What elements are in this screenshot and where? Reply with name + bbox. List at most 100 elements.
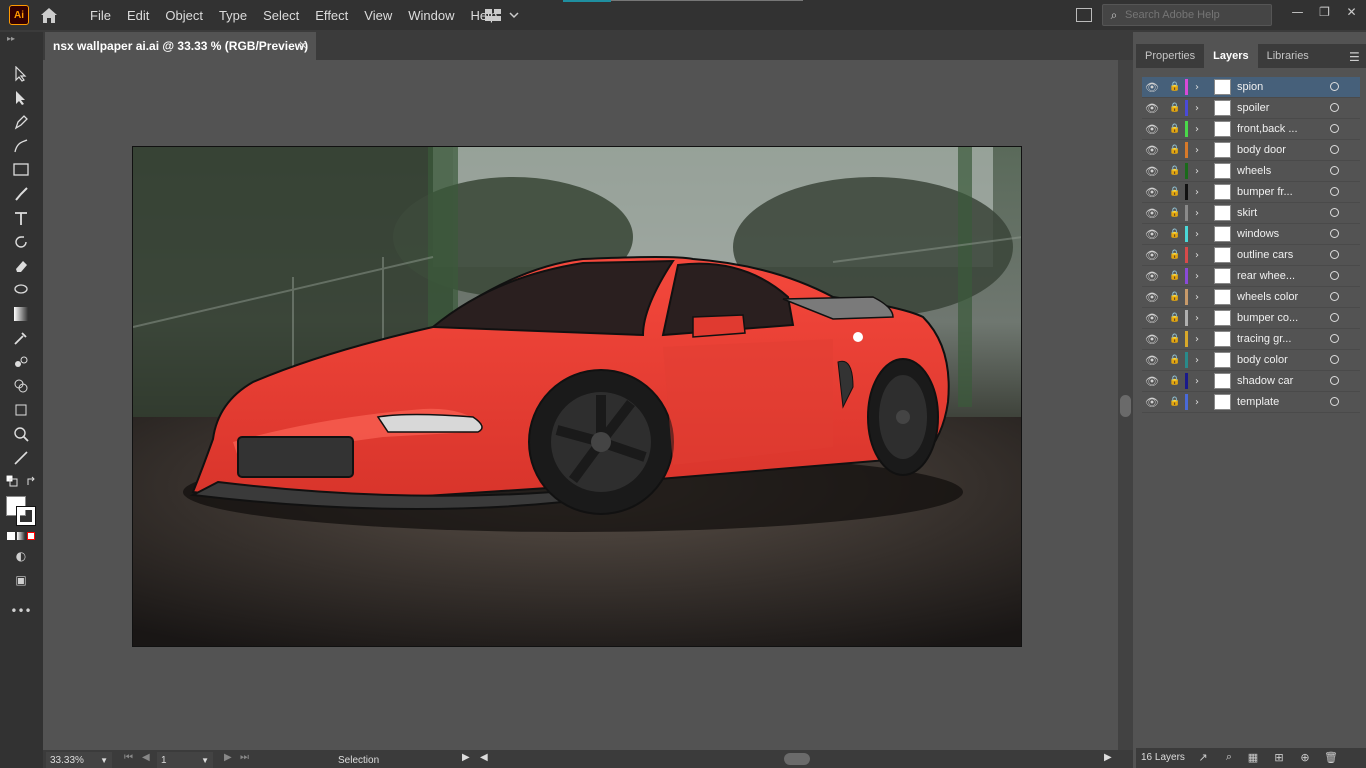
pen-tool-icon[interactable] [10, 112, 32, 132]
close-button[interactable]: ✕ [1338, 0, 1365, 24]
visibility-eye-icon[interactable]: 👁 [1145, 249, 1159, 262]
next-artboard-icon[interactable]: ▶ [224, 752, 232, 763]
visibility-eye-icon[interactable]: 👁 [1145, 312, 1159, 325]
artboard[interactable] [132, 146, 1022, 647]
layer-target-icon[interactable] [1330, 229, 1339, 238]
layer-row[interactable]: 👁 🔒 › shadow car [1142, 371, 1360, 392]
document-tab[interactable]: nsx wallpaper ai.ai @ 33.33 % (RGB/Previ… [45, 32, 316, 60]
home-icon[interactable] [39, 6, 59, 24]
visibility-eye-icon[interactable]: 👁 [1145, 270, 1159, 283]
minimize-button[interactable]: — [1284, 0, 1311, 24]
rotate-tool-icon[interactable] [10, 232, 32, 252]
layer-row[interactable]: 👁 🔒 › template [1142, 392, 1360, 413]
create-sublayer-icon[interactable]: ⊞ [1272, 750, 1286, 764]
blend-tool-icon[interactable] [10, 352, 32, 372]
gradient-tool-icon[interactable] [10, 304, 32, 324]
layer-target-icon[interactable] [1330, 271, 1339, 280]
layer-target-icon[interactable] [1330, 124, 1339, 133]
rectangle-tool-icon[interactable] [10, 160, 32, 180]
none-mode-icon[interactable] [27, 532, 35, 540]
scroll-left-icon[interactable]: ◀ [480, 752, 488, 763]
zoom-dropdown-icon[interactable]: ▼ [100, 756, 108, 765]
lock-icon[interactable]: 🔒 [1169, 229, 1180, 239]
vertical-scroll-thumb[interactable] [1120, 395, 1131, 417]
layer-target-icon[interactable] [1330, 250, 1339, 259]
expand-chevron-icon[interactable]: › [1195, 145, 1199, 156]
last-artboard-icon[interactable]: ⏭ [240, 752, 249, 763]
visibility-eye-icon[interactable]: 👁 [1145, 354, 1159, 367]
swap-colors-icon[interactable] [26, 475, 38, 487]
expand-chevron-icon[interactable]: › [1195, 250, 1199, 261]
layer-target-icon[interactable] [1330, 313, 1339, 322]
zoom-tool-icon[interactable] [10, 424, 32, 444]
lock-icon[interactable]: 🔒 [1169, 397, 1180, 407]
previous-artboard-icon[interactable]: ◀ [142, 752, 150, 763]
selection-tool-icon[interactable] [10, 64, 32, 84]
arrange-documents-icon[interactable] [1076, 8, 1092, 22]
menu-type[interactable]: Type [211, 8, 255, 23]
delete-layer-icon[interactable]: 🗑 [1324, 750, 1338, 764]
menu-edit[interactable]: Edit [119, 8, 157, 23]
artboard-dropdown-icon[interactable]: ▼ [201, 756, 209, 765]
expand-chevron-icon[interactable]: › [1195, 166, 1199, 177]
close-tab-icon[interactable]: × [298, 38, 308, 52]
zoom-level-field[interactable]: 33.33% ▼ [46, 752, 112, 768]
expand-chevron-icon[interactable]: › [1195, 292, 1199, 303]
lock-icon[interactable]: 🔒 [1169, 376, 1180, 386]
layer-row[interactable]: 👁 🔒 › spoiler [1142, 98, 1360, 119]
lock-icon[interactable]: 🔒 [1169, 355, 1180, 365]
search-box[interactable]: ⌕ [1102, 4, 1272, 26]
color-mode-icon[interactable] [7, 532, 15, 540]
artboard-tool-icon[interactable] [10, 400, 32, 420]
lasso-tool-icon[interactable] [10, 280, 32, 300]
lock-icon[interactable]: 🔒 [1169, 82, 1180, 92]
layer-row[interactable]: 👁 🔒 › windows [1142, 224, 1360, 245]
new-layer-icon[interactable]: ⊕ [1298, 750, 1312, 764]
status-menu-icon[interactable]: ▶ [462, 752, 470, 763]
more-tools-icon[interactable]: ••• [10, 601, 32, 621]
visibility-eye-icon[interactable]: 👁 [1145, 81, 1159, 94]
layer-row[interactable]: 👁 🔒 › wheels [1142, 161, 1360, 182]
visibility-eye-icon[interactable]: 👁 [1145, 375, 1159, 388]
layer-row[interactable]: 👁 🔒 › skirt [1142, 203, 1360, 224]
gradient-mode-icon[interactable] [17, 532, 25, 540]
screen-mode-icon[interactable]: ▣ [10, 570, 32, 590]
eraser-tool-icon[interactable] [10, 256, 32, 276]
expand-chevron-icon[interactable]: › [1195, 376, 1199, 387]
horizontal-scroll-thumb[interactable] [784, 753, 810, 765]
panel-menu-icon[interactable]: ☰ [1349, 50, 1360, 64]
workspace-switcher-icon[interactable] [484, 7, 520, 23]
layer-target-icon[interactable] [1330, 334, 1339, 343]
layer-row[interactable]: 👁 🔒 › bumper co... [1142, 308, 1360, 329]
locate-object-icon[interactable]: ⌕ [1222, 750, 1236, 764]
visibility-eye-icon[interactable]: 👁 [1145, 333, 1159, 346]
layer-row[interactable]: 👁 🔒 › bumper fr... [1142, 182, 1360, 203]
layer-target-icon[interactable] [1330, 376, 1339, 385]
export-icon[interactable]: ↗ [1196, 750, 1210, 764]
layer-row[interactable]: 👁 🔒 › rear whee... [1142, 266, 1360, 287]
visibility-eye-icon[interactable]: 👁 [1145, 396, 1159, 409]
app-logo[interactable]: Ai [9, 5, 29, 25]
visibility-eye-icon[interactable]: 👁 [1145, 165, 1159, 178]
expand-chevron-icon[interactable]: › [1195, 334, 1199, 345]
expand-chevron-icon[interactable]: › [1195, 229, 1199, 240]
first-artboard-icon[interactable]: ⏮ [124, 752, 133, 763]
expand-chevron-icon[interactable]: › [1195, 187, 1199, 198]
layer-target-icon[interactable] [1330, 355, 1339, 364]
lock-icon[interactable]: 🔒 [1169, 124, 1180, 134]
default-colors-icon[interactable] [6, 475, 18, 487]
lock-icon[interactable]: 🔒 [1169, 313, 1180, 323]
menu-effect[interactable]: Effect [307, 8, 356, 23]
layer-row[interactable]: 👁 🔒 › tracing gr... [1142, 329, 1360, 350]
menu-file[interactable]: File [82, 8, 119, 23]
layer-target-icon[interactable] [1330, 292, 1339, 301]
restore-button[interactable]: ❐ [1311, 0, 1338, 24]
stroke-color-swatch[interactable] [16, 506, 36, 526]
curvature-tool-icon[interactable] [10, 136, 32, 156]
eyedropper-tool-icon[interactable] [10, 328, 32, 348]
scroll-right-icon[interactable]: ▶ [1104, 752, 1112, 763]
collapse-grip-icon[interactable]: ▸▸ [7, 34, 15, 43]
menu-object[interactable]: Object [157, 8, 211, 23]
visibility-eye-icon[interactable]: 👁 [1145, 102, 1159, 115]
expand-chevron-icon[interactable]: › [1195, 208, 1199, 219]
